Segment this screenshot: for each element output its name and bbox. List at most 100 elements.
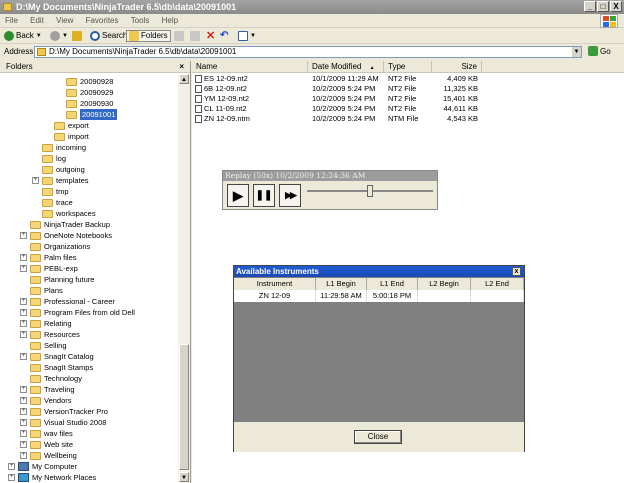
pause-button[interactable]: ❚❚ (253, 184, 275, 207)
column-date-modified[interactable]: Date Modified ▲ (308, 61, 384, 73)
tree-item[interactable]: 20090929 (66, 87, 113, 98)
column-name[interactable]: Name (192, 61, 308, 73)
file-row[interactable]: CL 11-09.nt2 10/2/2009 5:24 PM NT2 File … (192, 104, 624, 114)
undo-button[interactable]: ↶ (220, 30, 228, 42)
tree-item[interactable]: + My Computer (8, 461, 77, 472)
tree-item[interactable]: Technology (30, 373, 82, 384)
play-button[interactable]: ▶ (227, 184, 249, 207)
menu-file[interactable]: File (0, 14, 23, 28)
column-l2-begin[interactable]: L2 Begin (418, 278, 471, 290)
expand-icon[interactable]: + (8, 474, 15, 481)
tree-item[interactable]: + Relating (20, 318, 72, 329)
column-type[interactable]: Type (384, 61, 432, 73)
address-input[interactable]: D:\My Documents\NinjaTrader 6.5\db\data\… (34, 46, 582, 58)
fast-forward-button[interactable]: ▶▶ (279, 184, 301, 207)
expand-icon[interactable]: + (20, 254, 27, 261)
menu-edit[interactable]: Edit (25, 14, 49, 28)
tree-item[interactable]: log (42, 153, 66, 164)
views-button[interactable]: ▼ (238, 30, 256, 42)
tree-item[interactable]: trace (42, 197, 73, 208)
expand-icon[interactable]: + (20, 452, 27, 459)
expand-icon[interactable]: + (20, 419, 27, 426)
expand-icon[interactable]: + (20, 397, 27, 404)
menu-favorites[interactable]: Favorites (81, 14, 124, 28)
expand-icon[interactable]: + (20, 331, 27, 338)
column-l2-end[interactable]: L2 End (471, 278, 524, 290)
replay-speed-slider-thumb[interactable] (367, 185, 373, 197)
expand-icon[interactable]: + (20, 430, 27, 437)
file-row[interactable]: ES 12-09.nt2 10/1/2009 11:29 AM NT2 File… (192, 74, 624, 84)
tree-item[interactable]: SnagIt Stamps (30, 362, 93, 373)
delete-button[interactable]: ✕ (206, 30, 215, 42)
forward-button[interactable]: ▼ (50, 30, 68, 42)
close-dialog-button[interactable]: Close (354, 430, 402, 444)
tree-item[interactable]: + VersionTracker Pro (20, 406, 108, 417)
tree-item[interactable]: + My Network Places (8, 472, 96, 483)
tree-item[interactable]: + Visual Studio 2008 (20, 417, 106, 428)
maximize-button[interactable]: □ (597, 1, 609, 12)
column-size[interactable]: Size (432, 61, 482, 73)
tree-item[interactable]: + Traveling (20, 384, 75, 395)
menu-tools[interactable]: Tools (126, 14, 155, 28)
expand-icon[interactable]: + (20, 353, 27, 360)
move-to-button[interactable] (174, 30, 184, 42)
close-folders-button[interactable]: × (179, 61, 184, 73)
tree-item-selected[interactable]: 20091001 (66, 109, 118, 120)
menu-help[interactable]: Help (157, 14, 183, 28)
tree-item[interactable]: incoming (42, 142, 86, 153)
minimize-button[interactable]: _ (584, 1, 596, 12)
expand-icon[interactable]: + (20, 408, 27, 415)
tree-item[interactable]: + Program Files from old Dell (20, 307, 135, 318)
expand-icon[interactable]: + (20, 265, 27, 272)
tree-item[interactable]: Planning future (30, 274, 94, 285)
scroll-down-icon[interactable]: ▼ (179, 472, 189, 482)
expand-icon[interactable]: + (20, 441, 27, 448)
tree-item[interactable]: 20090930 (66, 98, 113, 109)
table-row[interactable]: ZN 12-09 11:29:58 AM 5:00:18 PM (234, 290, 524, 302)
file-row[interactable]: ZN 12-09.ntm 10/2/2009 5:24 PM NTM File … (192, 114, 624, 124)
scrollbar-thumb[interactable] (179, 344, 189, 470)
tree-item[interactable]: Organizations (30, 241, 90, 252)
dialog-close-icon[interactable]: x (512, 267, 521, 276)
tree-item[interactable]: + OneNote Notebooks (20, 230, 112, 241)
tree-item[interactable]: 20090928 (66, 76, 113, 87)
tree-item[interactable]: import (54, 131, 89, 142)
tree-item[interactable]: Plans (30, 285, 63, 296)
file-row[interactable]: 6B 12-09.nt2 10/2/2009 5:24 PM NT2 File … (192, 84, 624, 94)
close-button[interactable]: X (610, 1, 622, 12)
copy-to-button[interactable] (190, 30, 200, 42)
menu-view[interactable]: View (51, 14, 78, 28)
back-button[interactable]: Back ▼ (4, 30, 42, 42)
tree-item[interactable]: + templates (32, 175, 89, 186)
search-button[interactable]: Search (90, 30, 127, 42)
tree-item[interactable]: + Vendors (20, 395, 72, 406)
tree-item[interactable]: + SnagIt Catalog (20, 351, 94, 362)
tree-item[interactable]: + wav files (20, 428, 73, 439)
tree-item[interactable]: + Web site (20, 439, 73, 450)
tree-item[interactable]: tmp (42, 186, 69, 197)
expand-icon[interactable]: + (32, 177, 39, 184)
tree-item[interactable]: Selling (30, 340, 67, 351)
column-l1-begin[interactable]: L1 Begin (316, 278, 367, 290)
expand-icon[interactable]: + (20, 298, 27, 305)
tree-item[interactable]: + Resources (20, 329, 80, 340)
go-button[interactable]: Go (588, 46, 611, 56)
tree-item[interactable]: outgoing (42, 164, 85, 175)
expand-icon[interactable]: + (8, 463, 15, 470)
tree-item[interactable]: NinjaTrader Backup (30, 219, 110, 230)
expand-icon[interactable]: + (20, 309, 27, 316)
tree-item[interactable]: + Professional - Career (20, 296, 115, 307)
column-instrument[interactable]: Instrument (234, 278, 316, 290)
folders-button[interactable]: Folders (126, 30, 171, 42)
tree-item[interactable]: + PEBL-exp (20, 263, 78, 274)
scroll-up-icon[interactable]: ▲ (179, 74, 189, 84)
folders-scrollbar[interactable]: ▲ ▼ (178, 74, 190, 483)
up-button[interactable] (72, 30, 82, 42)
expand-icon[interactable]: + (20, 232, 27, 239)
file-row[interactable]: YM 12-09.nt2 10/2/2009 5:24 PM NT2 File … (192, 94, 624, 104)
address-dropdown[interactable]: ▼ (572, 47, 581, 57)
tree-item[interactable]: + Wellbeing (20, 450, 77, 461)
column-l1-end[interactable]: L1 End (367, 278, 418, 290)
expand-icon[interactable]: + (20, 320, 27, 327)
tree-item[interactable]: workspaces (42, 208, 96, 219)
